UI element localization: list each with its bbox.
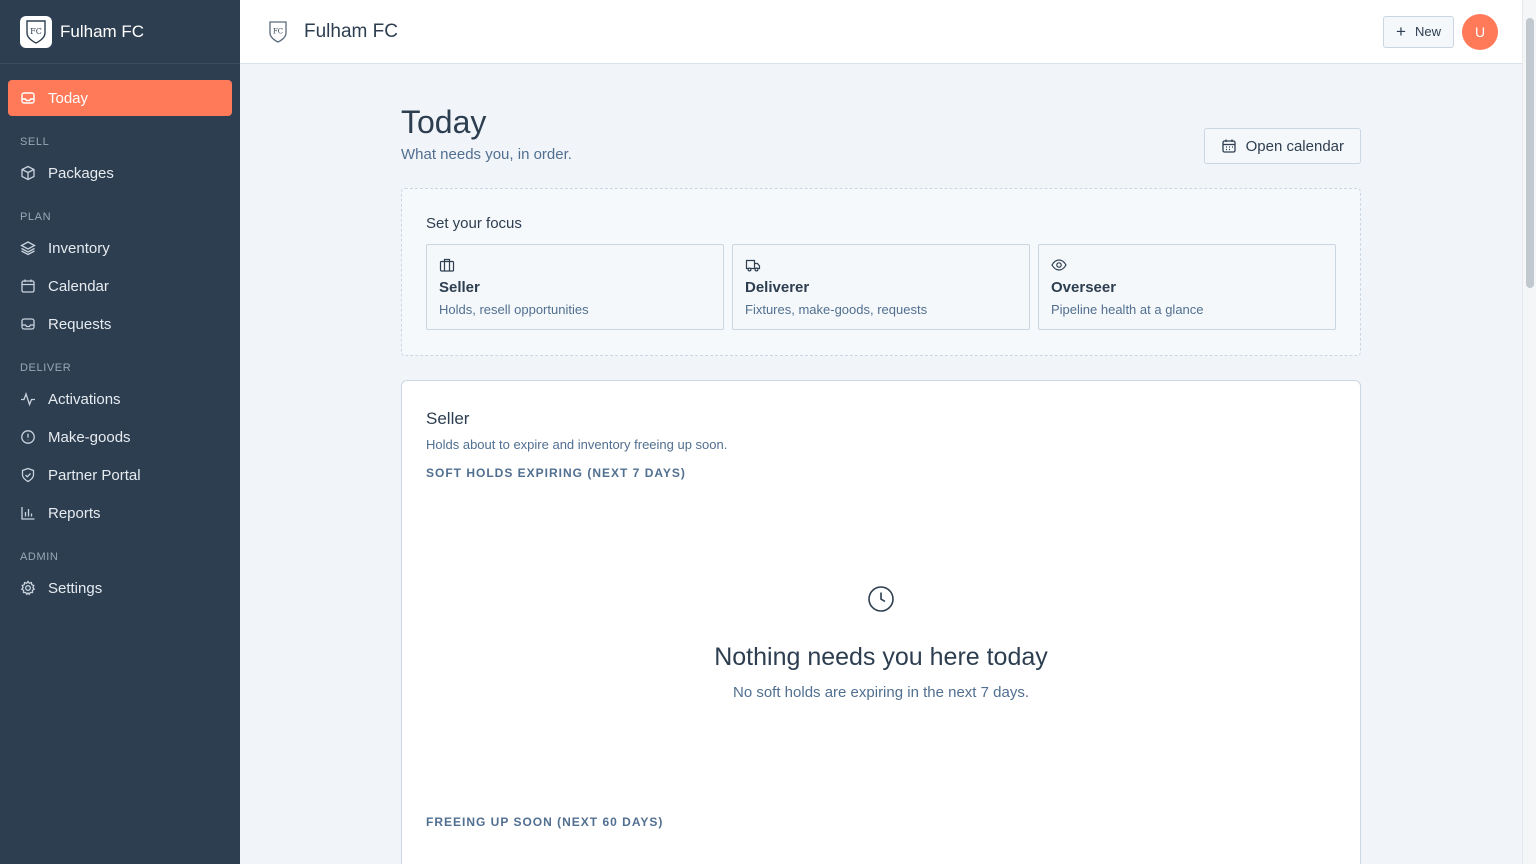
bar-chart-icon — [20, 505, 36, 521]
new-button[interactable]: + New — [1383, 15, 1454, 48]
focus-options: Seller Holds, resell opportunities Deliv… — [426, 244, 1336, 330]
open-calendar-label: Open calendar — [1245, 137, 1344, 155]
eye-icon — [1051, 257, 1323, 273]
focus-card: Set your focus Seller Holds, resell oppo… — [401, 188, 1361, 356]
sidebar-nav: Today SELL Packages PLAN Inventory Calen… — [0, 64, 240, 606]
focus-option-desc: Holds, resell opportunities — [439, 302, 589, 317]
topbar: FC Fulham FC + New U — [240, 0, 1522, 64]
seller-subtitle: Holds about to expire and inventory free… — [426, 437, 728, 452]
sidebar-item-label: Today — [48, 89, 89, 107]
focus-option-seller[interactable]: Seller Holds, resell opportunities — [426, 244, 724, 330]
brand-name: Fulham FC — [60, 21, 145, 41]
nav-section-admin: ADMIN — [20, 550, 59, 563]
inbox-icon — [20, 90, 36, 106]
sidebar-item-inventory[interactable]: Inventory — [8, 230, 232, 266]
brand[interactable]: FC Fulham FC — [0, 0, 240, 64]
plus-icon: + — [1396, 22, 1406, 41]
sidebar-item-label: Inventory — [48, 239, 110, 257]
alert-circle-icon — [20, 429, 36, 445]
shield-check-icon — [20, 467, 36, 483]
sidebar-item-reports[interactable]: Reports — [8, 495, 232, 531]
empty-state-subtitle: No soft holds are expiring in the next 7… — [732, 684, 1029, 701]
svg-text:FC: FC — [273, 27, 283, 35]
focus-option-deliverer[interactable]: Deliverer Fixtures, make-goods, requests — [732, 244, 1030, 330]
focus-option-title: Seller — [439, 279, 480, 296]
activity-icon — [20, 391, 36, 407]
sidebar-item-label: Packages — [48, 164, 114, 182]
sidebar-item-label: Requests — [48, 315, 112, 333]
scrollbar-thumb[interactable] — [1526, 18, 1534, 288]
club-crest-icon: FC — [20, 15, 52, 48]
focus-option-title: Deliverer — [745, 279, 810, 296]
topbar-title: Fulham FC — [304, 20, 398, 42]
page-header: Today What needs you, in order. Open cal… — [401, 64, 1361, 188]
sidebar-item-label: Make-goods — [48, 428, 131, 446]
page-scrollbar[interactable] — [1522, 0, 1536, 864]
focus-option-overseer[interactable]: Overseer Pipeline health at a glance — [1038, 244, 1336, 330]
seller-title: Seller — [426, 409, 470, 428]
focus-option-desc: Pipeline health at a glance — [1051, 302, 1204, 317]
sidebar-item-label: Activations — [48, 390, 121, 408]
sidebar-item-label: Calendar — [48, 277, 109, 295]
main-content: Today What needs you, in order. Open cal… — [401, 64, 1361, 864]
calendar-icon — [20, 278, 36, 294]
sidebar-item-calendar[interactable]: Calendar — [8, 268, 232, 304]
sidebar-item-settings[interactable]: Settings — [8, 570, 232, 606]
sidebar: FC Fulham FC Today SELL Packages PLAN In… — [0, 0, 240, 864]
sidebar-item-requests[interactable]: Requests — [8, 306, 232, 342]
focus-option-title: Overseer — [1051, 279, 1117, 296]
sidebar-item-partner-portal[interactable]: Partner Portal — [8, 457, 232, 493]
avatar[interactable]: U — [1462, 13, 1498, 50]
briefcase-icon — [439, 257, 711, 273]
new-button-label: New — [1414, 24, 1441, 39]
sidebar-item-label: Reports — [48, 504, 101, 522]
package-icon — [20, 165, 36, 181]
nav-section-plan: PLAN — [20, 210, 52, 223]
seller-card: Seller Holds about to expire and invento… — [401, 380, 1361, 864]
sidebar-item-packages[interactable]: Packages — [8, 155, 232, 191]
truck-icon — [745, 257, 1017, 273]
clock-icon — [402, 585, 1360, 613]
topbar-actions: + New U — [1383, 13, 1498, 50]
open-calendar-button[interactable]: Open calendar — [1203, 128, 1361, 164]
inbox-icon — [20, 316, 36, 332]
club-crest-icon: FC — [266, 20, 290, 44]
page-title: Today — [401, 104, 487, 140]
sidebar-item-activations[interactable]: Activations — [8, 381, 232, 417]
nav-section-deliver: DELIVER — [20, 361, 72, 374]
freeing-up-label: FREEING UP SOON (NEXT 60 DAYS) — [426, 815, 664, 829]
page-subtitle: What needs you, in order. — [401, 146, 572, 163]
calendar-icon — [1221, 138, 1237, 154]
focus-title: Set your focus — [426, 215, 522, 232]
layers-icon — [20, 240, 36, 256]
svg-text:FC: FC — [30, 27, 42, 36]
sidebar-item-label: Settings — [48, 579, 103, 597]
sidebar-item-label: Partner Portal — [48, 466, 141, 484]
nav-section-sell: SELL — [20, 135, 50, 148]
sidebar-item-today[interactable]: Today — [8, 80, 232, 116]
sidebar-item-makegoods[interactable]: Make-goods — [8, 419, 232, 455]
soft-holds-label: SOFT HOLDS EXPIRING (NEXT 7 DAYS) — [426, 466, 686, 480]
empty-state: Nothing needs you here today No soft hol… — [402, 585, 1360, 701]
gear-icon — [20, 580, 36, 596]
empty-state-title: Nothing needs you here today — [714, 643, 1048, 671]
focus-option-desc: Fixtures, make-goods, requests — [745, 302, 928, 317]
